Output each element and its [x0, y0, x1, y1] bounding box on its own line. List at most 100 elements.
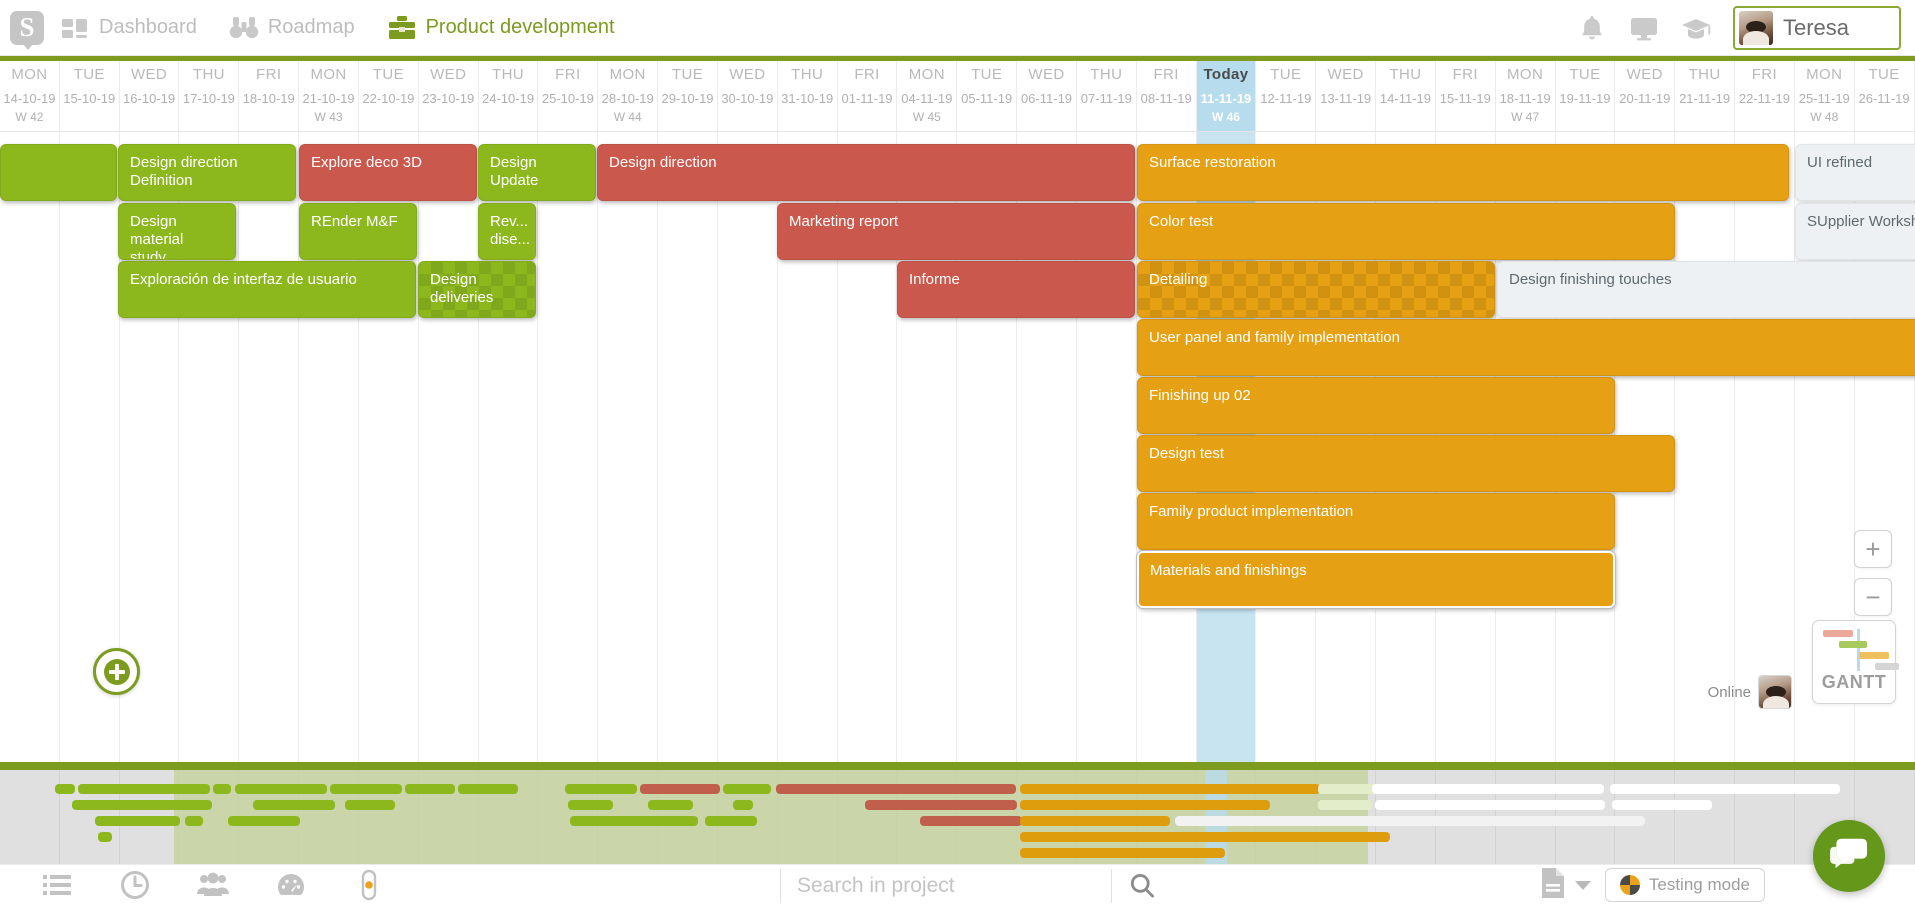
gantt-task-bar[interactable]: Design test	[1137, 435, 1675, 492]
date-column-14-11-19[interactable]: THU 14-11-19	[1376, 61, 1436, 131]
dashboard-icon	[60, 15, 90, 41]
nav-label-product-development: Product development	[425, 16, 615, 38]
gantt-task-bar[interactable]: Explore deco 3D	[299, 144, 477, 201]
gantt-task-bar[interactable]: Rev... dise...	[478, 203, 536, 260]
date-column-dow: FRI	[854, 66, 880, 83]
gridline-column	[419, 132, 479, 762]
date-column-05-11-19[interactable]: TUE 05-11-19	[957, 61, 1018, 131]
minimap-gridline	[1615, 762, 1676, 864]
gantt-task-bar[interactable]: Design direction	[597, 144, 1135, 201]
gantt-task-bar[interactable]: Design Update	[478, 144, 596, 201]
date-column-01-11-19[interactable]: FRI 01-11-19	[837, 61, 898, 131]
online-label: Online	[1707, 683, 1751, 701]
gantt-chart-area[interactable]: Design direction Definition Explore deco …	[0, 132, 1915, 762]
date-column-28-10-19[interactable]: MON 28-10-19 W 44	[598, 61, 659, 131]
date-column-26-11-19[interactable]: TUE 26-11-19	[1854, 61, 1915, 131]
gantt-task-bar[interactable]: Surface restoration	[1137, 144, 1789, 201]
date-column-24-10-19[interactable]: THU 24-10-19	[478, 61, 539, 131]
date-column-08-11-19[interactable]: FRI 08-11-19	[1136, 61, 1197, 131]
date-column-date: 28-10-19	[601, 91, 654, 106]
minimap-task-bar	[568, 800, 613, 810]
graduation-cap-icon[interactable]	[1681, 14, 1711, 42]
date-column-21-10-19[interactable]: MON 21-10-19 W 43	[299, 61, 359, 131]
gantt-view-switcher[interactable]: GANTT	[1812, 620, 1899, 704]
document-icon	[1539, 867, 1567, 904]
gantt-task-bar[interactable]: Finishing up 02	[1137, 377, 1615, 434]
search-input[interactable]	[781, 873, 1111, 898]
date-column-14-10-19[interactable]: MON 14-10-19 W 42	[0, 61, 60, 131]
gantt-task-bar[interactable]: Design material study	[118, 203, 236, 260]
date-column-30-10-19[interactable]: WED 30-10-19	[717, 61, 778, 131]
gantt-task-bar[interactable]: Exploración de interfaz de usuario	[118, 261, 416, 318]
timeline-minimap[interactable]	[0, 762, 1915, 864]
search-button[interactable]	[1112, 871, 1172, 901]
date-column-13-11-19[interactable]: WED 13-11-19	[1316, 61, 1377, 131]
traffic-light-status-icon[interactable]	[352, 868, 386, 902]
gantt-task-bar[interactable]	[0, 144, 117, 201]
gantt-task-bar[interactable]: Color test	[1137, 203, 1675, 260]
gantt-task-bar[interactable]: Marketing report	[777, 203, 1135, 260]
testing-mode-button[interactable]: Testing mode	[1604, 868, 1765, 902]
date-column-17-10-19[interactable]: THU 17-10-19	[179, 61, 240, 131]
gantt-task-label: UI refined	[1807, 154, 1873, 171]
date-column-21-11-19[interactable]: THU 21-11-19	[1675, 61, 1736, 131]
date-column-date: 25-11-19	[1798, 91, 1850, 106]
date-column-29-10-19[interactable]: TUE 29-10-19	[658, 61, 718, 131]
gantt-task-bar[interactable]: Materials and finishings	[1137, 551, 1615, 608]
gantt-task-bar[interactable]: SUpplier Worksho	[1795, 203, 1915, 260]
minimap-task-bar	[570, 816, 698, 826]
nav-item-dashboard[interactable]: Dashboard	[44, 15, 213, 41]
gantt-task-bar[interactable]: Informe	[897, 261, 1135, 318]
people-team-icon[interactable]	[196, 868, 230, 902]
list-view-icon[interactable]	[40, 868, 74, 902]
user-menu-button[interactable]: Teresa	[1733, 5, 1901, 50]
date-column-22-10-19[interactable]: TUE 22-10-19	[358, 61, 419, 131]
date-column-11-11-19[interactable]: Today 11-11-19 W 46	[1196, 61, 1257, 131]
nav-label-dashboard: Dashboard	[99, 16, 197, 38]
zoom-in-button[interactable]: +	[1854, 530, 1892, 568]
gantt-task-bar[interactable]: Design finishing touches	[1497, 261, 1915, 318]
date-column-07-11-19[interactable]: THU 07-11-19	[1076, 61, 1137, 131]
gantt-task-bar[interactable]: UI refined	[1795, 144, 1915, 201]
notifications-bell-icon[interactable]	[1577, 14, 1607, 42]
nav-item-product-development[interactable]: Product development	[371, 15, 631, 41]
date-column-19-11-19[interactable]: TUE 19-11-19	[1555, 61, 1616, 131]
gantt-task-bar[interactable]: Detailing	[1137, 261, 1495, 318]
gantt-task-bar[interactable]: Design direction Definition	[118, 144, 296, 201]
date-column-date: 24-10-19	[482, 91, 535, 106]
add-task-button[interactable]	[93, 648, 140, 695]
date-column-15-11-19[interactable]: FRI 15-11-19	[1435, 61, 1496, 131]
document-menu-button[interactable]	[1539, 867, 1591, 904]
gauge-workload-icon[interactable]	[274, 868, 308, 902]
date-column-23-10-19[interactable]: WED 23-10-19	[418, 61, 479, 131]
chat-support-button[interactable]	[1813, 820, 1885, 892]
date-column-15-10-19[interactable]: TUE 15-10-19	[59, 61, 120, 131]
online-user-avatar[interactable]	[1758, 675, 1792, 709]
minimap-task-bar	[253, 800, 335, 810]
date-column-31-10-19[interactable]: THU 31-10-19	[777, 61, 838, 131]
date-column-22-11-19[interactable]: FRI 22-11-19	[1735, 61, 1795, 131]
date-column-12-11-19[interactable]: TUE 12-11-19	[1256, 61, 1317, 131]
app-logo-icon[interactable]: S	[10, 10, 44, 50]
date-column-25-10-19[interactable]: FRI 25-10-19	[538, 61, 599, 131]
gantt-task-bar[interactable]: User panel and family implementation	[1137, 319, 1915, 376]
minimap-task-bar	[648, 800, 693, 810]
nav-item-roadmap[interactable]: Roadmap	[213, 15, 371, 41]
monitor-screen-icon[interactable]	[1629, 14, 1659, 42]
date-column-25-11-19[interactable]: MON 25-11-19 W 48	[1794, 61, 1855, 131]
gantt-task-label: Rev... dise...	[490, 213, 531, 248]
date-column-06-11-19[interactable]: WED 06-11-19	[1017, 61, 1077, 131]
gantt-task-label: Design direction	[609, 154, 717, 171]
gantt-task-bar[interactable]: REnder M&F	[299, 203, 417, 260]
date-column-18-11-19[interactable]: MON 18-11-19 W 47	[1495, 61, 1556, 131]
date-column-04-11-19[interactable]: MON 04-11-19 W 45	[897, 61, 958, 131]
date-column-16-10-19[interactable]: WED 16-10-19	[119, 61, 180, 131]
gantt-task-bar[interactable]: Design deliveries	[418, 261, 536, 318]
date-column-18-10-19[interactable]: FRI 18-10-19	[239, 61, 300, 131]
clock-timeline-icon[interactable]	[118, 868, 152, 902]
online-users-indicator[interactable]: Online	[1708, 675, 1792, 709]
zoom-out-button[interactable]: −	[1854, 578, 1892, 616]
mini-bar	[1875, 663, 1899, 670]
gantt-task-bar[interactable]: Family product implementation	[1137, 493, 1615, 550]
date-column-20-11-19[interactable]: WED 20-11-19	[1615, 61, 1676, 131]
